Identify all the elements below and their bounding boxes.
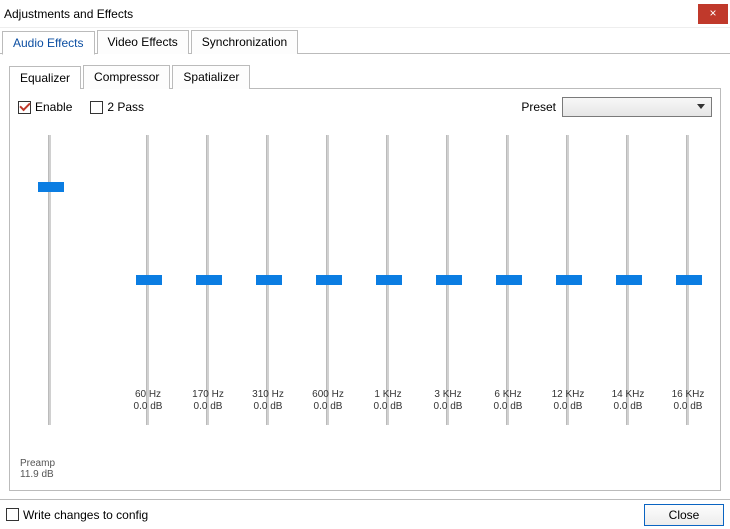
tab-video-effects[interactable]: Video Effects xyxy=(97,30,189,54)
preamp-value: 11.9 dB xyxy=(20,469,72,480)
equalizer-sliders: 60 Hz0.0 dB170 Hz0.0 dB310 Hz0.0 dB600 H… xyxy=(10,131,720,490)
band-db-label: 0.0 dB xyxy=(242,401,294,413)
band-labels: 16 KHz0.0 dB xyxy=(662,389,714,413)
band-slider-9[interactable]: 16 KHz0.0 dB xyxy=(662,135,714,425)
audio-effects-panel: Equalizer Compressor Spatializer Enable … xyxy=(4,60,726,492)
inner-tabs: Equalizer Compressor Spatializer xyxy=(9,65,721,89)
chevron-down-icon xyxy=(697,104,705,109)
titlebar: Adjustments and Effects × xyxy=(0,0,730,28)
band-track xyxy=(266,135,270,425)
band-track xyxy=(326,135,330,425)
tab-synchronization[interactable]: Synchronization xyxy=(191,30,298,54)
preamp-title: Preamp xyxy=(20,458,72,469)
equalizer-panel: Enable 2 Pass Preset 60 Hz0.0 dB170 Hz0.… xyxy=(9,89,721,491)
band-db-label: 0.0 dB xyxy=(122,401,174,413)
band-labels: 12 KHz0.0 dB xyxy=(542,389,594,413)
preamp-track xyxy=(48,135,52,425)
band-labels: 600 Hz0.0 dB xyxy=(302,389,354,413)
band-freq-label: 60 Hz xyxy=(122,389,174,401)
band-labels: 3 KHz0.0 dB xyxy=(422,389,474,413)
preset-label: Preset xyxy=(521,100,556,114)
equalizer-top-row: Enable 2 Pass Preset xyxy=(10,89,720,117)
band-labels: 60 Hz0.0 dB xyxy=(122,389,174,413)
tab-equalizer[interactable]: Equalizer xyxy=(9,66,81,90)
enable-label[interactable]: Enable xyxy=(35,100,72,114)
band-freq-label: 14 KHz xyxy=(602,389,654,401)
close-button[interactable]: Close xyxy=(644,504,724,526)
band-track xyxy=(626,135,630,425)
band-freq-label: 3 KHz xyxy=(422,389,474,401)
band-thumb[interactable] xyxy=(496,275,522,285)
band-track xyxy=(206,135,210,425)
band-db-label: 0.0 dB xyxy=(602,401,654,413)
band-db-label: 0.0 dB xyxy=(362,401,414,413)
window-close-button[interactable]: × xyxy=(698,4,728,24)
outer-tabs: Audio Effects Video Effects Synchronizat… xyxy=(0,30,730,54)
band-track xyxy=(386,135,390,425)
band-freq-label: 310 Hz xyxy=(242,389,294,401)
enable-checkbox[interactable] xyxy=(18,101,31,114)
band-db-label: 0.0 dB xyxy=(662,401,714,413)
band-slider-7[interactable]: 12 KHz0.0 dB xyxy=(542,135,594,425)
band-thumb[interactable] xyxy=(316,275,342,285)
band-thumb[interactable] xyxy=(136,275,162,285)
band-db-label: 0.0 dB xyxy=(422,401,474,413)
tab-compressor[interactable]: Compressor xyxy=(83,65,170,89)
band-db-label: 0.0 dB xyxy=(542,401,594,413)
band-track xyxy=(146,135,150,425)
preamp-slider[interactable] xyxy=(24,135,76,425)
band-freq-label: 600 Hz xyxy=(302,389,354,401)
tab-spatializer[interactable]: Spatializer xyxy=(172,65,250,89)
two-pass-label[interactable]: 2 Pass xyxy=(107,100,144,114)
band-thumb[interactable] xyxy=(676,275,702,285)
band-thumb[interactable] xyxy=(556,275,582,285)
band-slider-0[interactable]: 60 Hz0.0 dB xyxy=(122,135,174,425)
write-config-checkbox[interactable] xyxy=(6,508,19,521)
band-track xyxy=(566,135,570,425)
window-title: Adjustments and Effects xyxy=(4,7,698,21)
band-slider-1[interactable]: 170 Hz0.0 dB xyxy=(182,135,234,425)
band-labels: 170 Hz0.0 dB xyxy=(182,389,234,413)
band-freq-label: 12 KHz xyxy=(542,389,594,401)
band-track xyxy=(506,135,510,425)
band-slider-3[interactable]: 600 Hz0.0 dB xyxy=(302,135,354,425)
bottom-bar: Write changes to config Close xyxy=(0,499,730,529)
preset-select[interactable] xyxy=(562,97,712,117)
band-slider-4[interactable]: 1 KHz0.0 dB xyxy=(362,135,414,425)
band-slider-6[interactable]: 6 KHz0.0 dB xyxy=(482,135,534,425)
band-track xyxy=(686,135,690,425)
band-labels: 6 KHz0.0 dB xyxy=(482,389,534,413)
band-track xyxy=(446,135,450,425)
band-thumb[interactable] xyxy=(196,275,222,285)
two-pass-checkbox[interactable] xyxy=(90,101,103,114)
band-slider-8[interactable]: 14 KHz0.0 dB xyxy=(602,135,654,425)
band-thumb[interactable] xyxy=(256,275,282,285)
band-freq-label: 170 Hz xyxy=(182,389,234,401)
band-slider-2[interactable]: 310 Hz0.0 dB xyxy=(242,135,294,425)
tab-audio-effects[interactable]: Audio Effects xyxy=(2,31,95,55)
preamp-thumb[interactable] xyxy=(38,182,64,192)
band-db-label: 0.0 dB xyxy=(482,401,534,413)
band-thumb[interactable] xyxy=(376,275,402,285)
band-labels: 1 KHz0.0 dB xyxy=(362,389,414,413)
band-labels: 310 Hz0.0 dB xyxy=(242,389,294,413)
band-freq-label: 1 KHz xyxy=(362,389,414,401)
band-labels: 14 KHz0.0 dB xyxy=(602,389,654,413)
write-config-label[interactable]: Write changes to config xyxy=(23,508,148,522)
band-slider-5[interactable]: 3 KHz0.0 dB xyxy=(422,135,474,425)
band-freq-label: 16 KHz xyxy=(662,389,714,401)
band-db-label: 0.0 dB xyxy=(182,401,234,413)
band-thumb[interactable] xyxy=(436,275,462,285)
band-thumb[interactable] xyxy=(616,275,642,285)
preamp-labels: Preamp 11.9 dB xyxy=(20,458,72,480)
band-db-label: 0.0 dB xyxy=(302,401,354,413)
band-freq-label: 6 KHz xyxy=(482,389,534,401)
close-icon: × xyxy=(709,6,716,20)
